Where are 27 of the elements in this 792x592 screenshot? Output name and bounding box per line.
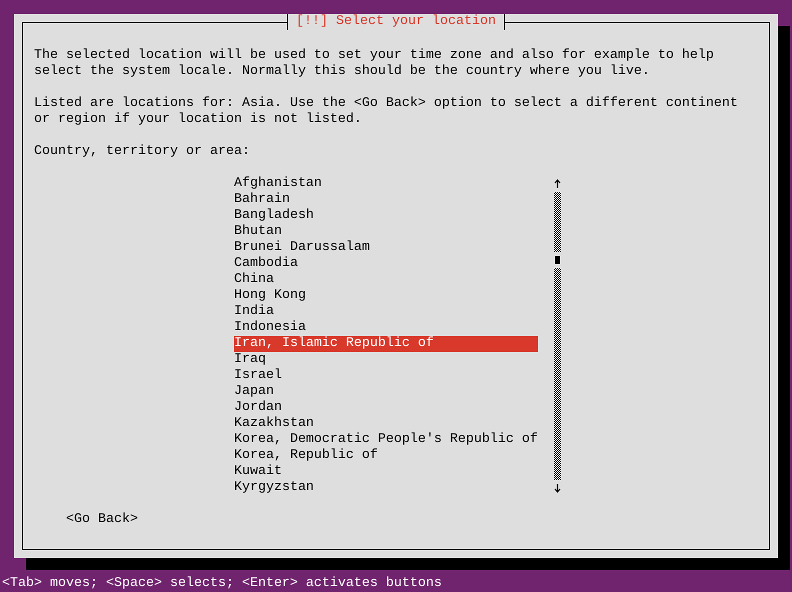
dialog-title: [!!] Select your location xyxy=(287,14,505,30)
list-item[interactable]: Bhutan xyxy=(234,224,538,240)
list-item[interactable]: Cambodia xyxy=(234,256,538,272)
list-item[interactable]: Iraq xyxy=(234,352,538,368)
list-item[interactable]: Hong Kong xyxy=(234,288,538,304)
list-label: Country, territory or area: xyxy=(34,144,251,160)
list-item[interactable]: Bangladesh xyxy=(234,208,538,224)
list-item[interactable]: Brunei Darussalam xyxy=(234,240,538,256)
paragraph: The selected location will be used to set your time zone and also for example to help select the system locale. Normally this should be the country where you live. xyxy=(34,48,715,80)
list-item[interactable]: Kazakhstan xyxy=(234,416,538,432)
list-item[interactable]: Kuwait xyxy=(234,464,538,480)
list-item[interactable]: Bahrain xyxy=(234,192,538,208)
list-item[interactable]: Indonesia xyxy=(234,320,538,336)
list-item[interactable]: Japan xyxy=(234,384,538,400)
list-item[interactable]: India xyxy=(234,304,538,320)
scrollbar-thumb[interactable] xyxy=(555,256,560,264)
go-back-button[interactable]: <Go Back> xyxy=(66,512,138,528)
paragraph: Listed are locations for: Asia. Use the <Go Back> option to select a different continent or region if your location is not listed. xyxy=(34,96,739,128)
list-item[interactable]: Kyrgyzstan xyxy=(234,480,538,496)
list-item[interactable]: Jordan xyxy=(234,400,538,416)
list-item[interactable]: Israel xyxy=(234,368,538,384)
status-hint-text: <Tab> moves; <Space> selects; <Enter> activates buttons xyxy=(1,576,442,592)
list-item[interactable]: Iran, Islamic Republic of xyxy=(234,336,538,352)
list-item[interactable]: China xyxy=(234,272,538,288)
list-item[interactable]: Korea, Republic of xyxy=(234,448,538,464)
list-item[interactable]: Korea, Democratic People's Republic of xyxy=(234,432,538,448)
list-item[interactable]: Afghanistan xyxy=(234,176,538,192)
